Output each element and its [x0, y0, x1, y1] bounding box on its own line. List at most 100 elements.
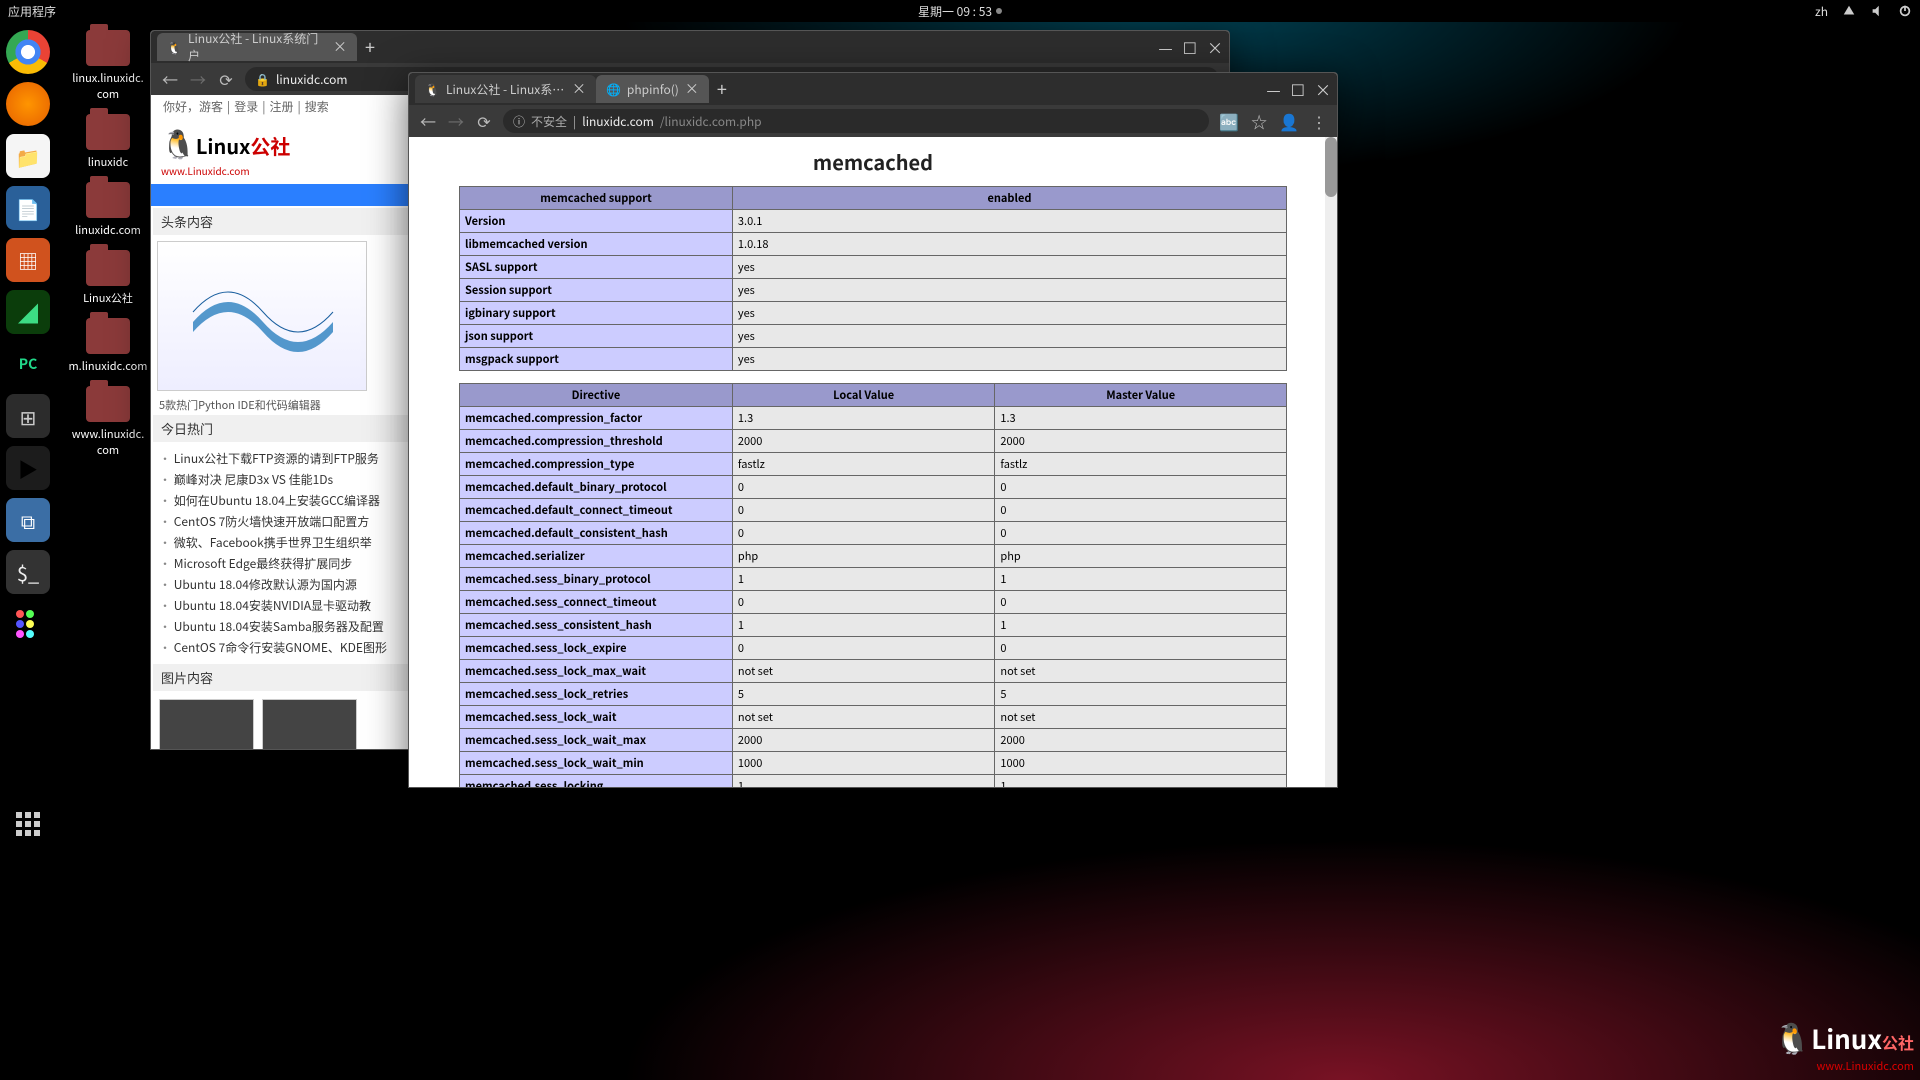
volume-icon[interactable] [1870, 4, 1884, 18]
table-row: Version3.0.1 [460, 210, 1287, 233]
watermark-sub: www.Linuxidc.com [1774, 1058, 1914, 1074]
tab-close-icon[interactable]: × [333, 37, 347, 57]
back-icon[interactable]: ← [161, 67, 179, 91]
notification-dot-icon [996, 8, 1002, 14]
tab-close-icon[interactable]: × [572, 79, 586, 99]
dock-pycharm-icon[interactable]: PC [6, 342, 50, 386]
watermark-suffix: 公社 [1882, 1030, 1914, 1054]
topnav-link[interactable]: 登录 [234, 98, 258, 115]
url-text: linuxidc.com [276, 71, 348, 88]
table-row: memcached.default_connect_timeout00 [460, 499, 1287, 522]
clock[interactable]: 星期一 09 : 53 [918, 3, 1002, 20]
table-header: Local Value [732, 384, 994, 407]
watermark-logo: 🐧Linux公社 www.Linuxidc.com [1774, 1014, 1914, 1074]
pic-item[interactable]: Linux安装Fondo从 [159, 699, 254, 749]
gnome-topbar: 应用程序 星期一 09 : 53 zh [0, 0, 1920, 22]
input-method-label[interactable]: zh [1815, 3, 1828, 20]
table-row: memcached.sess_lock_retries55 [460, 683, 1287, 706]
url-host: linuxidc.com [582, 113, 654, 130]
forward-icon[interactable]: → [189, 67, 207, 91]
tab-close-icon[interactable]: × [685, 79, 699, 99]
tab-label: Linux公社 - Linux系统门户 [446, 81, 566, 98]
titlebar-2[interactable]: 🐧 Linux公社 - Linux系统门户 × 🌐 phpinfo() × + … [409, 73, 1337, 105]
close-window-icon[interactable]: × [1207, 35, 1223, 59]
pic-item[interactable]: 微软、 [262, 699, 357, 749]
scrollbar-thumb[interactable] [1325, 137, 1337, 197]
reload-icon[interactable]: ⟳ [475, 109, 493, 133]
table-row: memcached.compression_typefastlzfastlz [460, 453, 1287, 476]
maximize-icon[interactable]: ☐ [1291, 77, 1305, 101]
lock-icon: 🔒 [255, 71, 270, 88]
dock-writer-icon[interactable]: 📄 [6, 186, 50, 230]
table-row: libmemcached version1.0.18 [460, 233, 1287, 256]
dock-firefox-icon[interactable] [6, 82, 50, 126]
minimize-icon[interactable]: — [1158, 35, 1172, 59]
desktop-folder[interactable]: linuxidc.com [68, 182, 148, 238]
dock-impress-icon[interactable]: ▦ [6, 238, 50, 282]
close-window-icon[interactable]: × [1315, 77, 1331, 101]
tab-favicon-icon: 🐧 [425, 81, 440, 98]
new-tab-button[interactable]: + [717, 76, 727, 102]
table-row: Session supportyes [460, 279, 1287, 302]
back-icon[interactable]: ← [419, 109, 437, 133]
tab-label: phpinfo() [627, 81, 679, 98]
scrollbar[interactable] [1325, 137, 1337, 787]
table-row: memcached.sess_lock_wait_max20002000 [460, 729, 1287, 752]
logo-suffix: 公社 [250, 131, 290, 160]
tab-linuxidc[interactable]: 🐧 Linux公社 - Linux系统门户 × [157, 33, 357, 61]
table-row: memcached.sess_lock_max_waitnot setnot s… [460, 660, 1287, 683]
dock-androidstudio-icon[interactable]: ◢ [6, 290, 50, 334]
dock-screenshot-icon[interactable]: ⧉ [6, 498, 50, 542]
bookmark-icon[interactable]: ☆ [1251, 109, 1267, 133]
watermark-text: Linux [1811, 1020, 1882, 1057]
forward-icon[interactable]: → [447, 109, 465, 133]
table-row: memcached.compression_factor1.31.3 [460, 407, 1287, 430]
dock-colors-icon[interactable] [6, 602, 50, 646]
tab-favicon-icon: 🌐 [606, 81, 621, 98]
menu-icon[interactable]: ⋮ [1311, 109, 1327, 133]
power-icon[interactable] [1898, 4, 1912, 18]
headline-thumb[interactable] [157, 241, 367, 391]
tab-linuxidc-2[interactable]: 🐧 Linux公社 - Linux系统门户 × [415, 75, 596, 103]
network-icon[interactable] [1842, 4, 1856, 18]
table-row: memcached.default_consistent_hash00 [460, 522, 1287, 545]
table-row: memcached.default_binary_protocol00 [460, 476, 1287, 499]
table-row: msgpack supportyes [460, 348, 1287, 371]
logo-sub: www.Linuxidc.com [161, 163, 290, 178]
desktop-folder[interactable]: linux.linuxidc.com [68, 30, 148, 102]
desktop-folder[interactable]: Linux公社 [68, 250, 148, 306]
logo-text: Linux [196, 131, 250, 160]
dock-terminal-icon[interactable]: $_ [6, 550, 50, 594]
dock-utility-icon[interactable]: ⊞ [6, 394, 50, 438]
topnav-link[interactable]: 注册 [270, 98, 294, 115]
dock-show-apps-icon[interactable] [6, 802, 50, 846]
table-row: memcached.sess_connect_timeout00 [460, 591, 1287, 614]
titlebar-1[interactable]: 🐧 Linux公社 - Linux系统门户 × + — ☐ × [151, 31, 1229, 63]
module-heading: memcached [459, 147, 1287, 176]
dock-files-icon[interactable]: 📁 [6, 134, 50, 178]
dock: 📁 📄 ▦ ◢ PC ⊞ ▶ ⧉ $_ [4, 30, 52, 846]
minimize-icon[interactable]: — [1266, 77, 1280, 101]
new-tab-button[interactable]: + [365, 34, 375, 60]
topnav-link[interactable]: 你好，游客 [163, 98, 223, 115]
table-header: memcached support [460, 187, 733, 210]
maximize-icon[interactable]: ☐ [1183, 35, 1197, 59]
table-header: enabled [732, 187, 1286, 210]
desktop-folder[interactable]: m.linuxidc.com [68, 318, 148, 374]
reload-icon[interactable]: ⟳ [217, 67, 235, 91]
toolbar-2: ← → ⟳ ⓘ 不安全 | linuxidc.com/linuxidc.com.… [409, 105, 1337, 137]
table-row: memcached.sess_lock_waitnot setnot set [460, 706, 1287, 729]
profile-icon[interactable]: 👤 [1279, 109, 1299, 133]
desktop-folder[interactable]: linuxidc [68, 114, 148, 170]
translate-icon[interactable]: 🔤 [1219, 109, 1239, 133]
table-row: memcached.serializerphpphp [460, 545, 1287, 568]
topnav-link[interactable]: 搜索 [305, 98, 329, 115]
address-bar-2[interactable]: ⓘ 不安全 | linuxidc.com/linuxidc.com.php [503, 109, 1209, 133]
dock-software-icon[interactable]: ▶ [6, 446, 50, 490]
activities-label[interactable]: 应用程序 [8, 3, 56, 20]
tab-phpinfo[interactable]: 🌐 phpinfo() × [596, 75, 709, 103]
dock-chrome-icon[interactable] [6, 30, 50, 74]
memcached-directives-table: DirectiveLocal ValueMaster Valuememcache… [459, 383, 1287, 787]
datetime-text: 星期一 09 : 53 [918, 3, 992, 20]
desktop-folder[interactable]: www.linuxidc.com [68, 386, 148, 458]
